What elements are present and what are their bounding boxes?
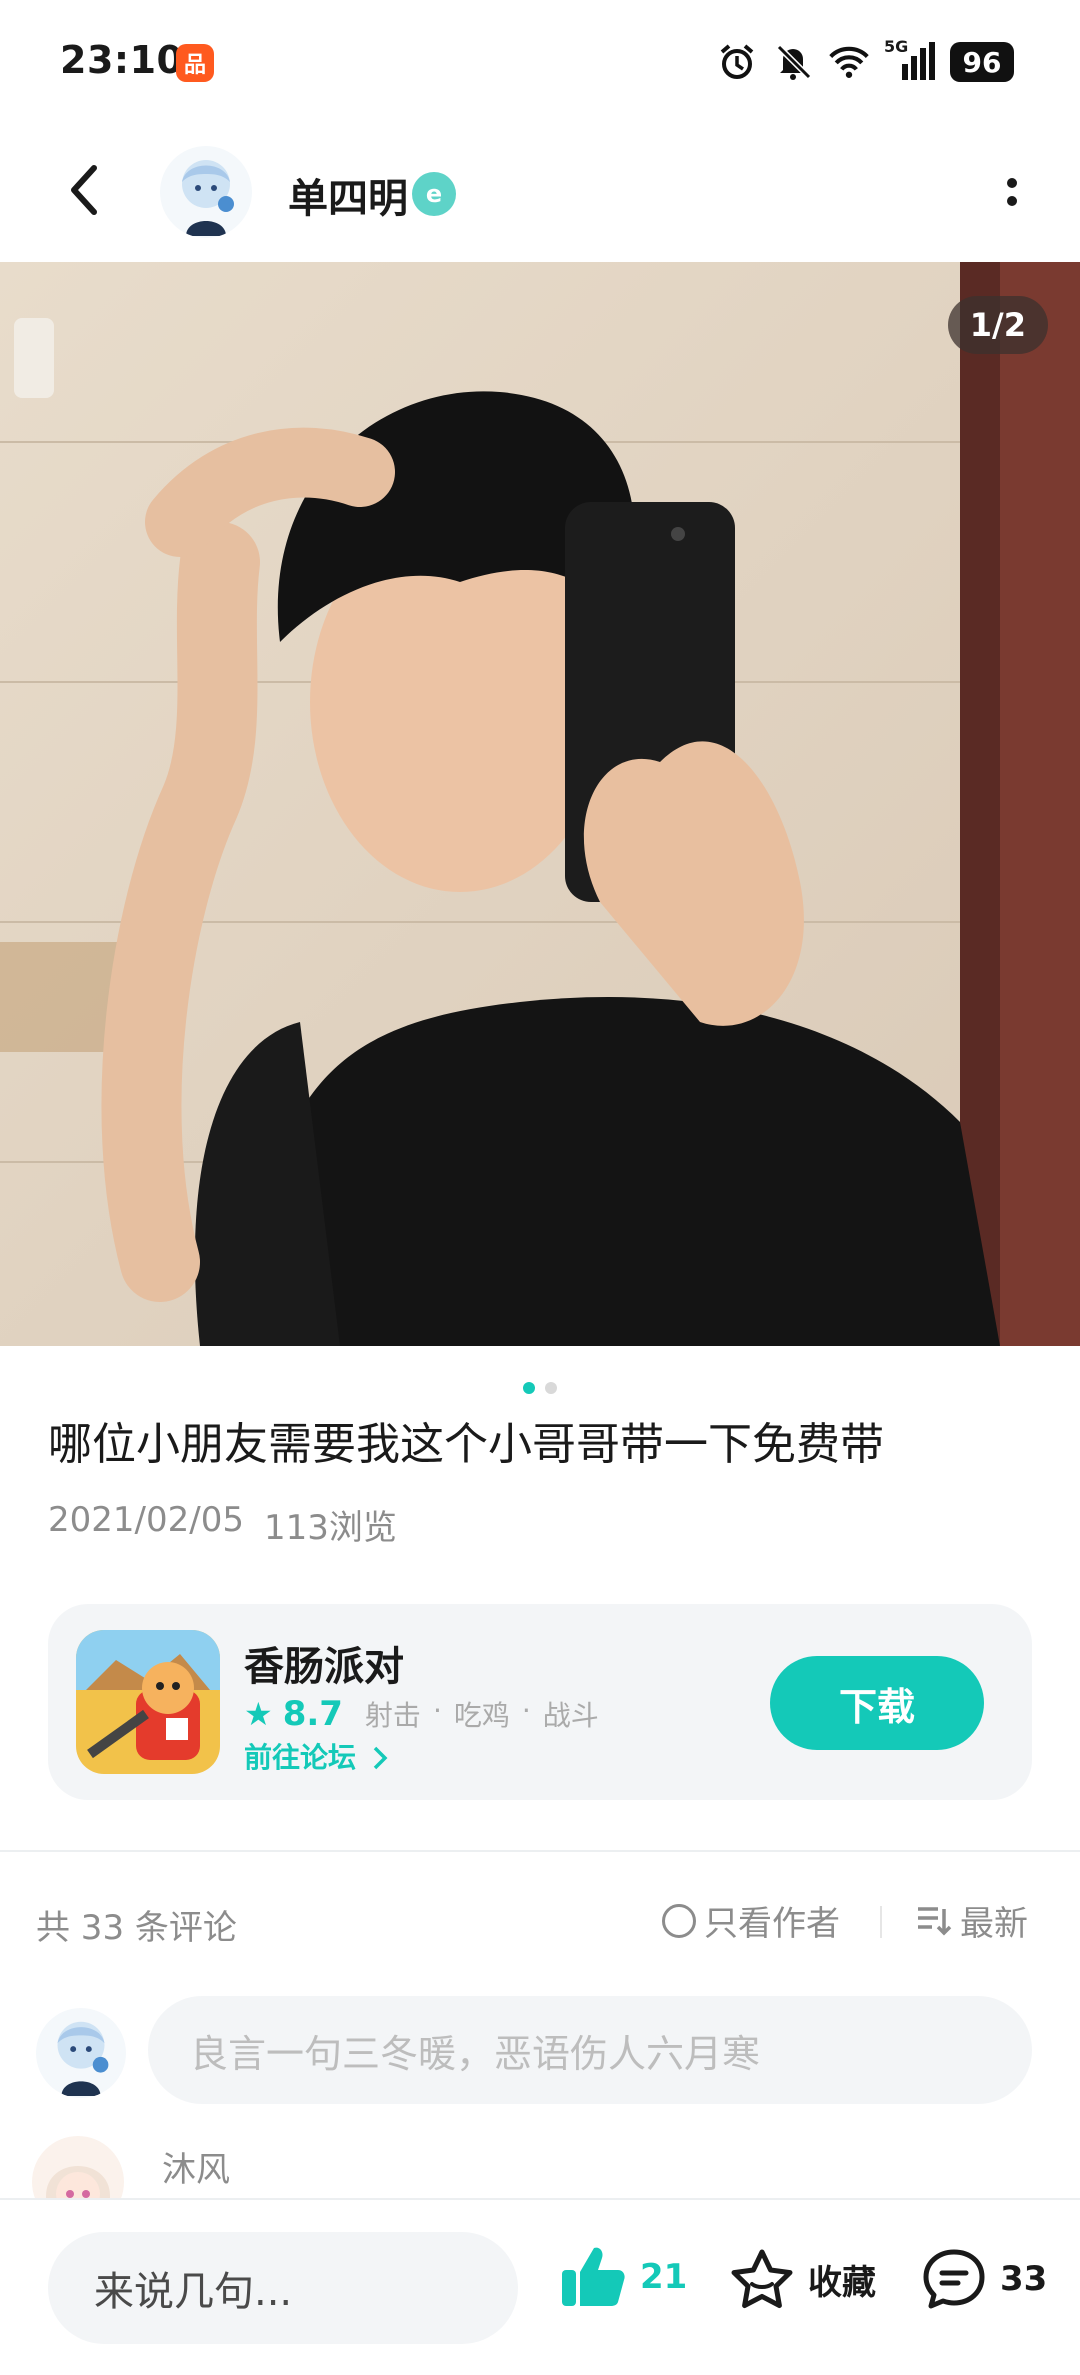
game-icon[interactable]: [76, 1630, 220, 1774]
commenter-name[interactable]: 沐风: [162, 2142, 230, 2191]
game-tag: 战斗: [542, 1699, 599, 1732]
game-rating-row: ★ 8.7 射击 · 吃鸡 · 战斗: [244, 1694, 599, 1734]
author-avatar[interactable]: [160, 146, 252, 238]
post-meta: 2021/02/05 113浏览: [48, 1500, 397, 1549]
sort-button[interactable]: 最新: [916, 1896, 1028, 1945]
game-name[interactable]: 香肠派对: [244, 1634, 404, 1692]
like-count: 21: [640, 2257, 688, 2297]
comment-toolbar: 共 33 条评论 只看作者 最新: [36, 1896, 1044, 1948]
tag-separator: ·: [521, 1694, 531, 1727]
game-tag: 射击: [364, 1699, 421, 1732]
post-title: 哪位小朋友需要我这个小哥哥带一下免费带: [48, 1419, 884, 1470]
section-divider: [0, 1850, 1080, 1852]
game-tags: 射击 · 吃鸡 · 战斗: [365, 1694, 599, 1734]
toolbar-divider: [880, 1906, 882, 1938]
favorite-label: 收藏: [808, 2262, 876, 2303]
status-bar: 23:10 品 5G 96: [0, 0, 1080, 128]
forum-link-label: 前往论坛: [244, 1741, 357, 1774]
post-views: 113浏览: [263, 1508, 397, 1548]
post-date: 2021/02/05: [48, 1500, 244, 1540]
pager-dot[interactable]: [545, 1382, 557, 1394]
chevron-left-icon: [71, 165, 97, 215]
comment-count-bottom: 33: [1000, 2259, 1048, 2299]
image-counter: 1/2: [947, 296, 1048, 354]
more-options-button[interactable]: [984, 164, 1040, 220]
star-outline-icon: [731, 2249, 793, 2309]
game-rating: 8.7: [282, 1694, 343, 1734]
game-card[interactable]: 香肠派对 ★ 8.7 射击 · 吃鸡 · 战斗 前往论坛 下载: [48, 1604, 1032, 1800]
status-icons: 5G 96: [716, 37, 1014, 84]
only-author-label: 只看作者: [704, 1904, 840, 1944]
comment-bubble-icon: [923, 2249, 985, 2309]
quick-comment-input[interactable]: 来说几句...: [48, 2232, 518, 2344]
network-type-label: 5G: [884, 37, 909, 56]
current-user-avatar: [36, 2008, 126, 2098]
only-author-toggle[interactable]: 只看作者: [662, 1896, 840, 1945]
thumbs-up-icon: [562, 2247, 625, 2306]
chevron-right-icon: [373, 1746, 388, 1770]
download-button[interactable]: 下载: [770, 1656, 984, 1750]
more-dot-icon: [1007, 178, 1017, 188]
comment-count: 共 33 条评论: [36, 1908, 237, 1948]
back-button[interactable]: [52, 158, 116, 222]
wifi-icon: [828, 41, 870, 83]
tag-separator: ·: [432, 1694, 442, 1727]
bottom-action-bar: 来说几句... 21 收藏 33: [0, 2198, 1080, 2375]
star-icon: ★: [244, 1695, 273, 1733]
favorite-button[interactable]: 收藏: [730, 2248, 876, 2310]
comments-button[interactable]: 33: [922, 2248, 1047, 2310]
post-image[interactable]: 1/2: [0, 262, 1080, 1346]
author-name[interactable]: 单四明: [288, 166, 408, 224]
signal-icon: 5G: [884, 37, 936, 83]
sort-icon: [918, 1906, 952, 1935]
mute-icon: [772, 41, 814, 83]
app-notification-icon: 品: [176, 44, 214, 82]
status-time: 23:10: [60, 38, 184, 82]
forum-link[interactable]: 前往论坛: [244, 1736, 390, 1776]
alarm-icon: [716, 41, 758, 83]
like-button[interactable]: 21: [560, 2244, 687, 2310]
battery-indicator: 96: [950, 42, 1014, 82]
more-dot-icon: [1007, 196, 1017, 206]
image-pager: [0, 1382, 1080, 1394]
game-tag: 吃鸡: [453, 1699, 510, 1732]
radio-circle-icon: [662, 1903, 696, 1938]
comment-input[interactable]: 良言一句三冬暖，恶语伤人六月寒: [148, 1996, 1032, 2104]
post-photo: [0, 262, 1080, 1346]
post-header: 单四明 e: [0, 128, 1080, 262]
verified-badge-icon: e: [412, 172, 456, 216]
sort-label: 最新: [960, 1904, 1028, 1944]
pager-dot-active[interactable]: [523, 1382, 535, 1394]
